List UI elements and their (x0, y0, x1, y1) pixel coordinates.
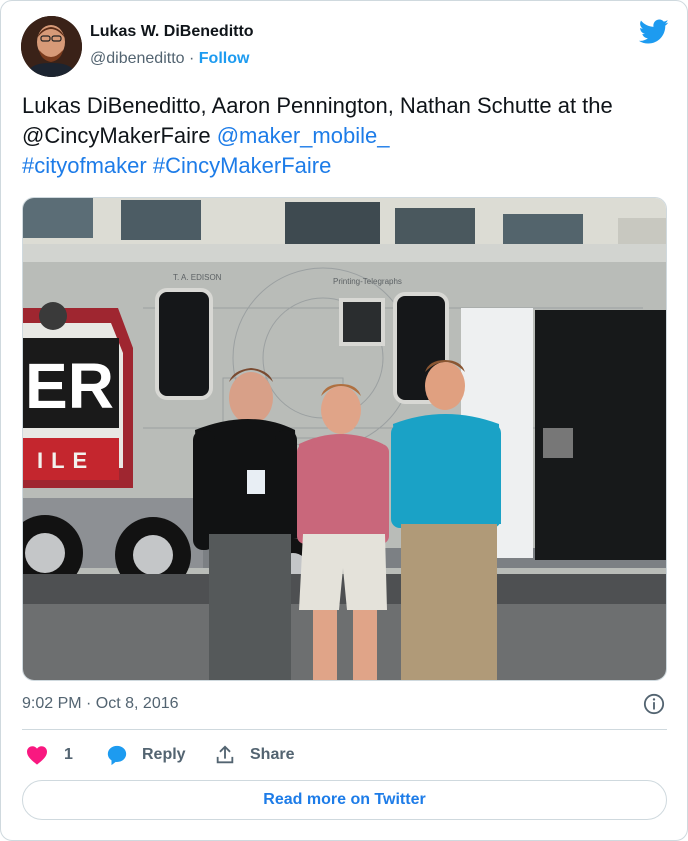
photo-sign-ile: ILE (37, 448, 95, 473)
tweet-header: Lukas W. DiBeneditto @dibeneditto · Foll… (21, 16, 669, 78)
like-button[interactable]: 1 (26, 741, 73, 769)
twitter-bird-icon[interactable] (639, 19, 669, 45)
separator-dot: · (188, 50, 195, 67)
share-button[interactable]: Share (214, 741, 294, 769)
like-count: 1 (64, 746, 73, 763)
author-names: Lukas W. DiBeneditto @dibeneditto · Foll… (90, 22, 254, 70)
reply-label: Reply (142, 746, 186, 763)
tweet-timestamp[interactable]: 9:02 PM · Oct 8, 2016 (22, 695, 179, 712)
photo-sign-er: ER (25, 350, 114, 422)
author-display-name[interactable]: Lukas W. DiBeneditto (90, 22, 254, 42)
read-more-button[interactable]: Read more on Twitter (22, 780, 667, 820)
photo-plaque-1: T. A. EDISON (173, 273, 222, 282)
hashtag-link-cincymakerfaire[interactable]: #CincyMakerFaire (153, 153, 332, 178)
avatar-image (21, 16, 82, 77)
avatar[interactable] (21, 16, 82, 77)
share-upload-icon (216, 745, 234, 764)
tweet-card: Lukas W. DiBeneditto @dibeneditto · Foll… (0, 0, 688, 841)
reply-button[interactable]: Reply (106, 741, 186, 769)
tweet-text: Lukas DiBeneditto, Aaron Pennington, Nat… (22, 91, 662, 181)
hashtag-link-cityofmaker[interactable]: #cityofmaker (22, 153, 147, 178)
tweet-actions: 1 Reply Share (22, 741, 667, 769)
speech-bubble-icon (107, 745, 127, 766)
timestamp-row: 9:02 PM · Oct 8, 2016 (22, 692, 667, 716)
share-label: Share (250, 746, 295, 763)
read-more-label: Read more on Twitter (263, 791, 426, 808)
heart-icon (27, 746, 47, 765)
info-icon[interactable] (643, 693, 665, 715)
follow-button[interactable]: Follow (199, 50, 250, 67)
photo-plaque-2: Printing-Telegraphs (333, 277, 402, 286)
handle-row: @dibeneditto · Follow (90, 48, 254, 70)
photo-illustration: T. A. EDISON Printing-Telegraphs ER ILE (23, 198, 666, 680)
author-handle[interactable]: @dibeneditto (90, 50, 185, 67)
mention-link-maker-mobile[interactable]: @maker_mobile_ (217, 123, 390, 148)
tweet-photo[interactable]: T. A. EDISON Printing-Telegraphs ER ILE (22, 197, 667, 681)
divider (22, 729, 667, 730)
